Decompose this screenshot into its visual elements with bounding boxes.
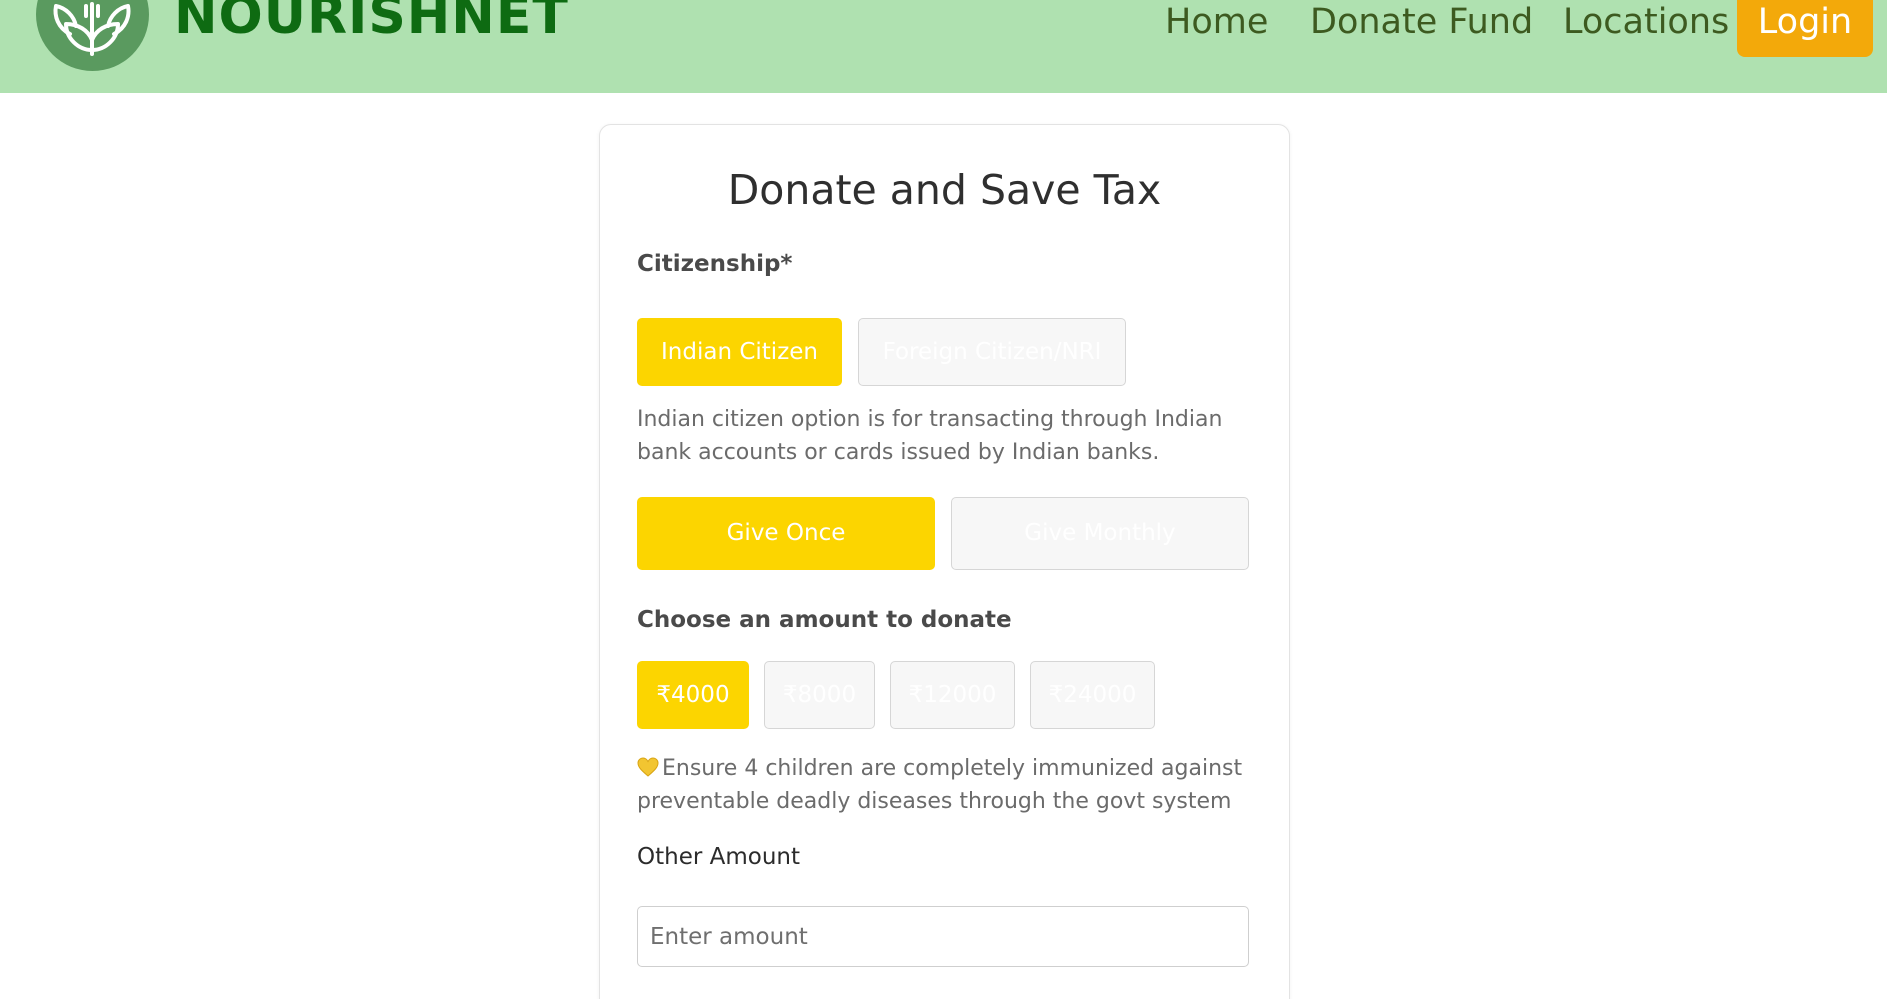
amount-option-8000[interactable]: ₹8000 [764,661,875,729]
other-amount-label: Other Amount [637,844,800,870]
yellow-heart-icon [637,754,659,777]
leaf-fork-logo-icon[interactable] [36,0,149,71]
nav-link-donate-fund[interactable]: Donate Fund [1310,0,1533,44]
citizenship-option-indian[interactable]: Indian Citizen [637,318,842,386]
citizenship-option-foreign[interactable]: Foreign Citizen/NRI [858,318,1126,386]
nav-link-locations[interactable]: Locations [1563,0,1729,44]
give-monthly-button[interactable]: Give Monthly [951,497,1249,570]
amount-option-12000[interactable]: ₹12000 [890,661,1015,729]
navbar: NOURISHNET Home Donate Fund Locations Lo… [0,0,1887,93]
impact-text: Ensure 4 children are completely immuniz… [637,752,1257,818]
brand-name[interactable]: NOURISHNET [174,0,569,46]
nav-link-home[interactable]: Home [1165,0,1268,44]
amount-label: Choose an amount to donate [637,607,1012,633]
other-amount-input[interactable] [637,906,1249,967]
citizenship-label: Citizenship* [637,251,793,277]
donation-form-card: Donate and Save Tax Citizenship* Indian … [599,124,1290,999]
citizenship-help-text: Indian citizen option is for transacting… [637,407,1223,465]
impact-text-content: Ensure 4 children are completely immuniz… [637,756,1243,814]
give-once-button[interactable]: Give Once [637,497,935,570]
amount-option-4000[interactable]: ₹4000 [637,661,749,729]
amount-option-24000[interactable]: ₹24000 [1030,661,1155,729]
page: NOURISHNET Home Donate Fund Locations Lo… [0,0,1887,999]
login-button[interactable]: Login [1737,0,1873,57]
form-title: Donate and Save Tax [727,166,1162,214]
